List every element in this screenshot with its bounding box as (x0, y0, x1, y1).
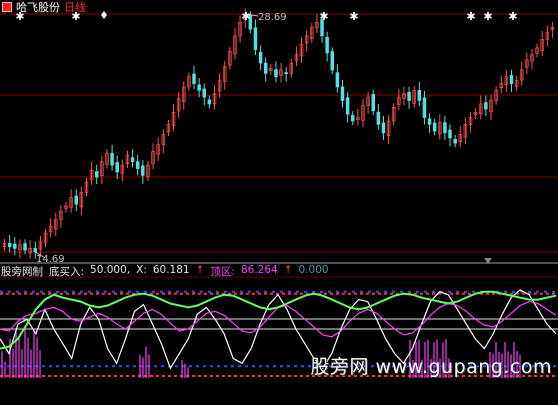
candle-body (350, 115, 355, 122)
star-marker-icon: ✱ (483, 10, 492, 23)
candle-body (427, 118, 432, 125)
top-markers: ✱ ✱ ✱ ✱ ✱ ✱ ✱ ✱ (15, 10, 518, 264)
top-zone-value: 86.264 (240, 264, 278, 276)
candle-body (417, 89, 422, 101)
candle-body (443, 122, 447, 134)
period-label[interactable]: 日线 (64, 0, 86, 15)
candle-body (376, 111, 381, 125)
price-labels: 28.69 14.69 (36, 12, 287, 265)
candle-body (381, 122, 386, 134)
candle-body (13, 243, 17, 249)
candle-body (94, 171, 99, 178)
indicator-name[interactable]: 股旁网制 (1, 264, 43, 278)
candle-body (371, 94, 375, 112)
candle-body (115, 162, 119, 173)
candle-body (202, 88, 207, 98)
candle-body (484, 102, 488, 110)
x-label: X: (136, 264, 147, 276)
candle-body (130, 157, 135, 163)
site-watermark: 股旁网 www.gupang.com (310, 356, 552, 378)
stock-name: 哈飞股份 (16, 1, 60, 14)
star-marker-icon: ✱ (466, 10, 475, 23)
last-value: 0.000 (298, 264, 329, 276)
candle-body (284, 72, 288, 75)
candle-body (74, 195, 78, 205)
candle-body (453, 138, 457, 144)
top-zone-label: 顶区: (210, 266, 235, 278)
candle-body (345, 97, 350, 115)
candle-body (110, 152, 114, 166)
x-value: 60.181 (152, 264, 190, 276)
candle-body (258, 51, 263, 64)
candle-body (207, 99, 212, 105)
chart-canvas: ✱ ✱ ✱ ✱ ✱ ✱ ✱ ✱ 28.69 14.69 (0, 8, 558, 378)
candle-body (7, 242, 12, 248)
candle-body (33, 248, 38, 253)
buy-value: 50.000, (90, 264, 131, 276)
chart-header: 哈飞股份 日线 (2, 0, 86, 14)
candle-body (23, 243, 27, 251)
candle-body (330, 51, 335, 71)
candle-body (135, 161, 140, 169)
candle-body (141, 165, 145, 176)
up-arrow-icon: ↑ (195, 264, 205, 276)
up-arrow-icon-2: ↑ (283, 264, 293, 276)
candle-body (340, 86, 345, 101)
candle-body (335, 72, 340, 88)
stock-logo-icon (2, 2, 12, 12)
candle-body (432, 122, 437, 132)
buy-label: 底买入: (49, 266, 85, 278)
candle-body (325, 36, 329, 54)
grid-lines (0, 13, 558, 278)
indicator-bar: 股旁网制 底买入: 50.000, X: 60.181 ↑ 顶区: 86.264… (1, 264, 329, 278)
candle-body (509, 75, 514, 84)
diamond-marker-icon (101, 11, 107, 19)
candle-body (253, 27, 258, 50)
candle-body (448, 129, 452, 139)
star-marker-icon: ✱ (349, 10, 358, 23)
candle-body (274, 69, 278, 78)
high-price-label: 28.69 (258, 12, 287, 23)
star-marker-icon: ✱ (319, 10, 328, 23)
candlestick-series (2, 8, 555, 259)
star-marker-icon: ✱ (508, 10, 517, 23)
candle-body (192, 73, 196, 84)
candle-body (422, 97, 427, 118)
candle-body (407, 92, 411, 101)
candle-body (263, 62, 268, 74)
star-marker-icon: ✱ (241, 10, 250, 23)
candle-body (197, 84, 201, 91)
